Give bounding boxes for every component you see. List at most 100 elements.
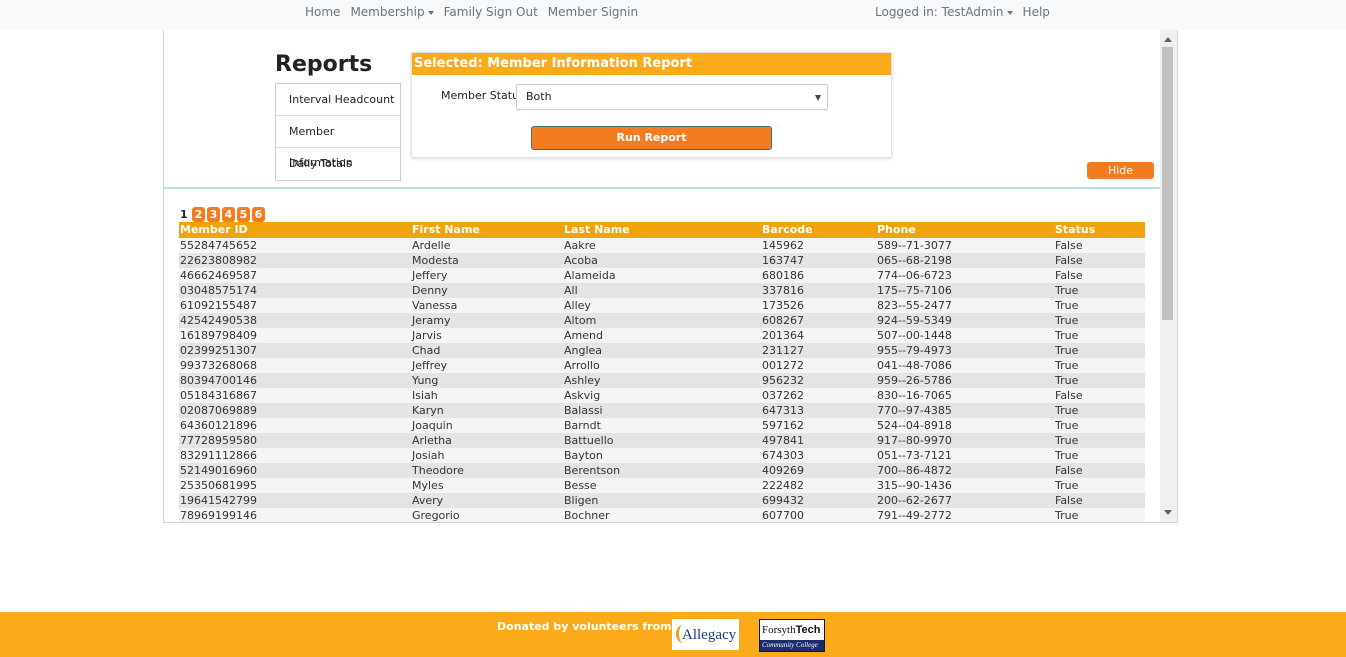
nav-family-sign-out-link[interactable]: Family Sign Out: [444, 5, 538, 19]
cell-phone: 774--06-6723: [877, 269, 952, 282]
cell-member-id: 64360121896: [180, 419, 257, 432]
page-current: 1: [180, 208, 188, 221]
cell-status: False: [1055, 464, 1083, 477]
page-link[interactable]: 3: [207, 207, 220, 222]
table-row[interactable]: 25350681995 Myles Besse 222482 315--90-1436 T…: [179, 478, 1145, 493]
cell-member-id: 99373268068: [180, 359, 257, 372]
cell-phone: 917--80-9970: [877, 434, 952, 447]
user-menu-dropdown[interactable]: Logged in: TestAdmin: [875, 5, 1013, 19]
footer: Donated by volunteers from: Allegacy For…: [0, 612, 1346, 657]
cell-last-name: Alley: [564, 299, 591, 312]
scroll-thumb[interactable]: [1162, 47, 1173, 320]
cell-barcode: 680186: [762, 269, 804, 282]
cell-member-id: 77728959580: [180, 434, 257, 447]
table-row[interactable]: 19641542799 Avery Bligen 699432 200--62-2677…: [179, 493, 1145, 508]
cell-barcode: 145962: [762, 239, 804, 252]
report-menu-daily-totals[interactable]: Daily Totals: [276, 148, 400, 180]
cell-phone: 959--26-5786: [877, 374, 952, 387]
report-frame: Reports Interval Headcount Member Inform…: [163, 30, 1178, 523]
report-menu-interval-headcount[interactable]: Interval Headcount: [276, 84, 400, 116]
table-row[interactable]: 42542490538 Jeramy Altom 608267 924--59-5349…: [179, 313, 1145, 328]
column-header-first-name[interactable]: First Name: [412, 222, 564, 238]
report-menu-member-information[interactable]: Member Information: [276, 116, 400, 169]
member-status-value: Both: [526, 90, 552, 103]
table-row[interactable]: 77728959580 Arletha Battuello 497841 917--80…: [179, 433, 1145, 448]
vertical-scrollbar[interactable]: [1160, 30, 1177, 522]
cell-phone: 770--97-4385: [877, 404, 952, 417]
cell-status: True: [1055, 419, 1079, 432]
table-row[interactable]: 02399251307 Chad Anglea 231127 955--79-4973 T…: [179, 343, 1145, 358]
scroll-down-arrow-icon[interactable]: [1164, 510, 1172, 515]
cell-phone: 589--71-3077: [877, 239, 952, 252]
cell-status: True: [1055, 314, 1079, 327]
table-row[interactable]: 64360121896 Joaquin Barndt 597162 524--04-89…: [179, 418, 1145, 433]
cell-phone: 507--00-1448: [877, 329, 952, 342]
member-status-select[interactable]: Both: [516, 84, 828, 110]
table-row[interactable]: 52149016960 Theodore Berentson 409269 700--8…: [179, 463, 1145, 478]
page-link[interactable]: 2: [192, 207, 205, 222]
nav-home-link[interactable]: Home: [305, 5, 340, 19]
table-row[interactable]: 22623808982 Modesta Acoba 163747 065--68-219…: [179, 253, 1145, 268]
table-body: 55284745652 Ardelle Aakre 145962 589--71-307…: [179, 238, 1145, 522]
cell-barcode: 674303: [762, 449, 804, 462]
cell-barcode: 163747: [762, 254, 804, 267]
nav-help-link[interactable]: Help: [1023, 5, 1050, 19]
table-row[interactable]: 55284745652 Ardelle Aakre 145962 589--71-307…: [179, 238, 1145, 253]
column-header-phone[interactable]: Phone: [877, 222, 1055, 238]
column-header-member-id[interactable]: Member ID: [179, 222, 412, 238]
column-header-status[interactable]: Status: [1055, 222, 1145, 238]
cell-last-name: Anglea: [564, 344, 603, 357]
footer-credit-text: Donated by volunteers from:: [497, 620, 677, 633]
cell-last-name: Alameida: [564, 269, 616, 282]
cell-status: True: [1055, 434, 1079, 447]
hide-section-button[interactable]: Hide Section: [1087, 162, 1154, 194]
cell-phone: 041--48-7086: [877, 359, 952, 372]
scroll-up-arrow-icon[interactable]: [1164, 37, 1172, 42]
cell-member-id: 80394700146: [180, 374, 257, 387]
section-divider: [164, 187, 1160, 189]
page-link[interactable]: 6: [252, 207, 265, 222]
table-row[interactable]: 78969199146 Gregorio Bochner 607700 791--49-…: [179, 508, 1145, 522]
table-row[interactable]: 80394700146 Yung Ashley 956232 959--26-5786 T…: [179, 373, 1145, 388]
column-header-last-name[interactable]: Last Name: [564, 222, 762, 238]
page-title: Reports: [275, 52, 373, 77]
cell-first-name: Gregorio: [412, 509, 460, 522]
cell-status: False: [1055, 254, 1083, 267]
allegacy-logo-text: Allegacy: [682, 627, 737, 643]
cell-first-name: Jeffrey: [412, 359, 448, 372]
cell-phone: 175--75-7106: [877, 284, 952, 297]
table-row[interactable]: 02087069889 Karyn Balassi 647313 770--97-438…: [179, 403, 1145, 418]
cell-barcode: 337816: [762, 284, 804, 297]
table-row[interactable]: 83291112866 Josiah Bayton 674303 051--73-712…: [179, 448, 1145, 463]
cell-first-name: Jarvis: [412, 329, 442, 342]
cell-phone: 924--59-5349: [877, 314, 952, 327]
nav-membership-dropdown[interactable]: Membership: [350, 5, 434, 19]
cell-last-name: Berentson: [564, 464, 621, 477]
cell-phone: 315--90-1436: [877, 479, 952, 492]
run-report-button[interactable]: Run Report: [531, 126, 772, 150]
cell-barcode: 409269: [762, 464, 804, 477]
cell-status: False: [1055, 389, 1083, 402]
page-link[interactable]: 5: [237, 207, 250, 222]
forsyth-logo-main: Forsyth: [762, 624, 796, 636]
forsyth-logo-subtitle: Community College: [762, 641, 818, 649]
table-row[interactable]: 05184316867 Isiah Askvig 037262 830--16-7065…: [179, 388, 1145, 403]
cell-status: False: [1055, 269, 1083, 282]
table-row[interactable]: 61092155487 Vanessa Alley 173526 823--55-247…: [179, 298, 1145, 313]
cell-first-name: Myles: [412, 479, 444, 492]
cell-last-name: Bayton: [564, 449, 603, 462]
table-row[interactable]: 03048575174 Denny All 337816 175--75-7106 Tru…: [179, 283, 1145, 298]
table-row[interactable]: 16189798409 Jarvis Amend 201364 507--00-1448…: [179, 328, 1145, 343]
cell-barcode: 001272: [762, 359, 804, 372]
page-link[interactable]: 4: [222, 207, 235, 222]
report-type-menu: Interval Headcount Member Information Da…: [275, 83, 401, 181]
cell-barcode: 222482: [762, 479, 804, 492]
column-header-barcode[interactable]: Barcode: [762, 222, 877, 238]
table-row[interactable]: 46662469587 Jeffery Alameida 680186 774--06-…: [179, 268, 1145, 283]
cell-first-name: Jeffery: [412, 269, 448, 282]
cell-last-name: Altom: [564, 314, 597, 327]
nav-member-signin-link[interactable]: Member Signin: [548, 5, 638, 19]
cell-last-name: Battuello: [564, 434, 614, 447]
table-row[interactable]: 99373268068 Jeffrey Arrollo 001272 041--48-7…: [179, 358, 1145, 373]
nav-membership-label: Membership: [350, 5, 425, 19]
